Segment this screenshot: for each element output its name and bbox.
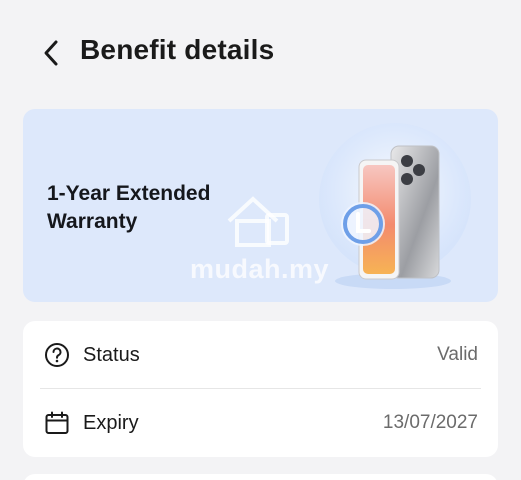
details-card: Status Valid Expiry 13/07/2027 [23, 321, 498, 457]
status-label: Status [83, 343, 140, 366]
phone-illustration [319, 123, 471, 289]
watermark-text: mudah.my [190, 254, 330, 284]
expiry-row: Expiry 13/07/2027 [23, 389, 498, 457]
page-title: Benefit details [80, 34, 275, 65]
expiry-value: 13/07/2027 [382, 412, 478, 433]
watermark-logo-icon [227, 196, 289, 247]
calendar-icon [45, 411, 69, 434]
question-circle-icon [45, 343, 69, 367]
status-row: Status Valid [23, 321, 498, 389]
next-card [23, 474, 498, 480]
chevron-left-icon [44, 40, 58, 66]
expiry-label: Expiry [83, 411, 139, 434]
header: Benefit details [0, 0, 521, 105]
warranty-banner: 1-Year Extended Warranty mudah.my [23, 109, 498, 302]
status-value: Valid [437, 344, 478, 365]
back-button[interactable] [36, 36, 66, 70]
